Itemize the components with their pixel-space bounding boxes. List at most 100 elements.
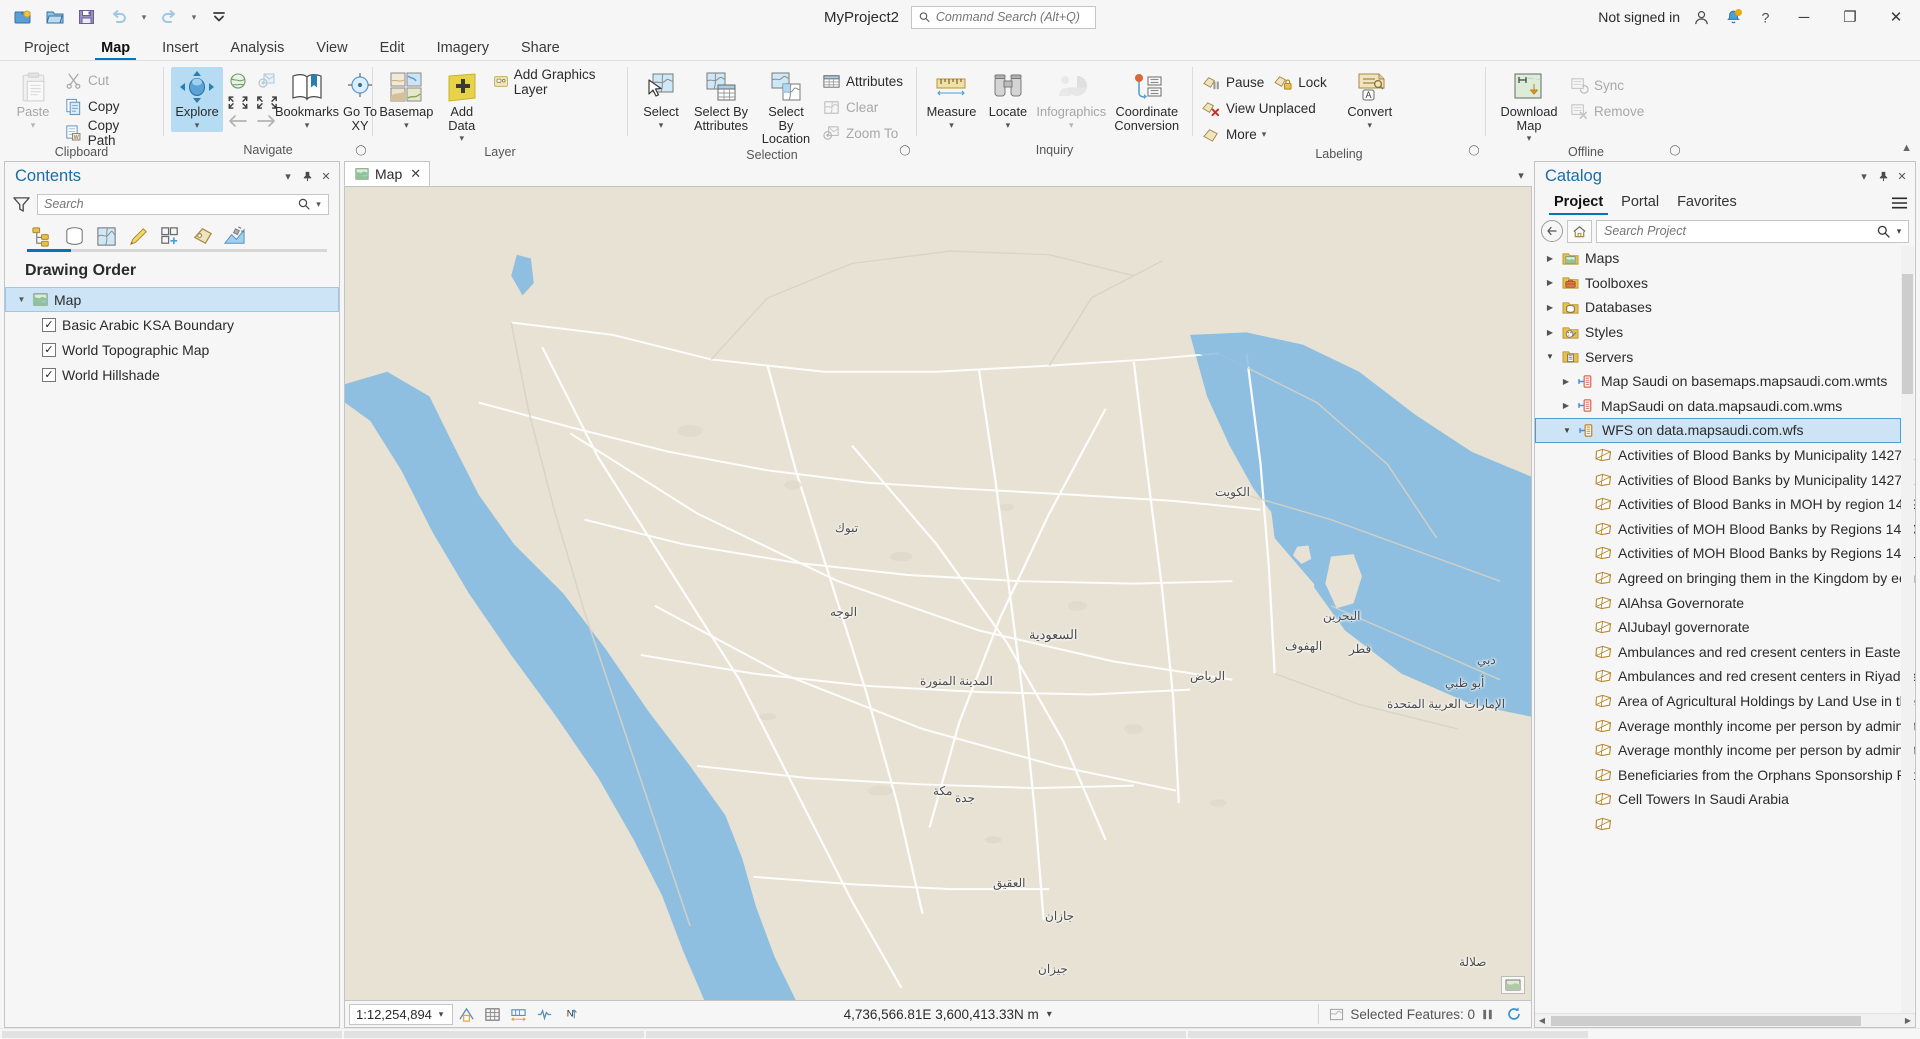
catalog-item-feature[interactable]: Activities of Blood Banks by Municipalit… [1535,443,1915,468]
pause-labeling-button[interactable]: Pause [1200,70,1270,95]
filter-icon[interactable] [13,196,30,213]
maximize-button[interactable]: ❐ [1828,0,1872,34]
zoom-to-selection-button[interactable]: Zoom To [820,121,909,146]
download-map-dropdown-icon[interactable]: ▾ [1527,133,1532,143]
catalog-item-databases[interactable]: ▶ Databases [1535,295,1915,320]
ribbon-tab-analysis[interactable]: Analysis [214,36,300,60]
list-by-diagram-icon[interactable] [219,221,249,251]
fixed-zoom-in-icon[interactable] [254,69,280,93]
copy-button[interactable]: Copy [62,94,156,119]
map-scale-dropdown-icon[interactable]: ▾ [432,1009,450,1020]
list-by-selection-icon[interactable] [91,221,121,251]
menu-icon[interactable] [1889,191,1915,215]
refresh-icon[interactable] [1501,1002,1527,1026]
ribbon-tab-view[interactable]: View [300,36,363,60]
catalog-item-maps[interactable]: ▶ Maps [1535,246,1915,271]
collapse-triangle-icon[interactable]: ▼ [1561,426,1573,435]
cut-button[interactable]: Cut [62,68,156,93]
measure-dropdown-icon[interactable]: ▾ [949,120,954,130]
undo-dropdown-icon[interactable]: ▾ [136,4,152,30]
remove-offline-button[interactable]: Remove [1568,99,1650,124]
notifications-icon[interactable] [1718,3,1748,31]
lock-labeling-button[interactable]: Lock [1272,70,1333,95]
bookmarks-button[interactable]: Bookmarks ▾ [281,67,333,132]
catalog-close-icon[interactable]: ✕ [1893,166,1911,186]
offline-dialog-launcher[interactable]: ◯ [1668,143,1682,157]
navigate-dialog-launcher[interactable]: ◯ [354,143,368,157]
contents-pin-icon[interactable] [298,166,316,186]
catalog-hscroll-track[interactable] [1549,1015,1901,1027]
map-scale-combo[interactable]: 1:12,254,894 ▾ [349,1004,453,1025]
catalog-item-feature[interactable]: Agreed on bringing them in the Kingdom b… [1535,566,1915,591]
map-tab-close-icon[interactable]: ✕ [410,166,421,182]
drawing-status-icon[interactable] [531,1002,557,1026]
attribution-icon[interactable] [1501,976,1525,994]
convert-labels-dropdown-icon[interactable]: ▾ [1368,120,1373,130]
ribbon-tab-edit[interactable]: Edit [364,36,421,60]
select-dropdown-icon[interactable]: ▾ [659,120,664,130]
layer-checkbox[interactable]: ✓ [42,368,56,382]
layer-checkbox[interactable]: ✓ [42,318,56,332]
catalog-scroll-thumb[interactable] [1902,274,1913,394]
infographics-button[interactable]: Infographics ▾ [1037,67,1106,132]
close-button[interactable]: ✕ [1874,0,1918,34]
ribbon-tab-project[interactable]: Project [8,36,85,60]
undo-icon[interactable] [104,4,134,30]
catalog-item-feature[interactable]: Cell Towers In Saudi Arabia [1535,787,1915,812]
expand-triangle-icon[interactable]: ▶ [1544,254,1556,263]
catalog-vertical-scrollbar[interactable] [1901,246,1914,1013]
pause-drawing-icon[interactable] [1475,1002,1501,1026]
grid-icon[interactable] [479,1002,505,1026]
labeling-dialog-launcher[interactable]: ◯ [1467,143,1481,157]
catalog-horizontal-scrollbar[interactable]: ◀ ▶ [1535,1013,1915,1027]
list-by-labeling-icon[interactable] [187,221,217,251]
toc-item-world-topographic-map[interactable]: ✓ World Topographic Map [5,337,339,362]
add-graphics-layer-button[interactable]: Add Graphics Layer [491,69,620,94]
selection-dialog-launcher[interactable]: ◯ [898,143,912,157]
more-labeling-button[interactable]: More ▾ [1200,122,1333,147]
save-project-icon[interactable] [72,4,102,30]
ribbon-tab-imagery[interactable]: Imagery [421,36,505,60]
catalog-item-mapsaudi-wms[interactable]: ▶ MapSaudi on data.mapsaudi.com.wms [1535,394,1915,419]
redo-dropdown-icon[interactable]: ▾ [186,4,202,30]
basemap-dropdown-icon[interactable]: ▾ [404,120,409,130]
list-by-editing-icon[interactable] [123,221,153,251]
catalog-item-feature[interactable]: Activities of MOH Blood Banks by Regions… [1535,541,1915,566]
catalog-item-feature[interactable]: Ambulances and red cresent centers in Ea… [1535,640,1915,665]
expand-triangle-icon[interactable]: ▼ [16,295,27,304]
catalog-search[interactable]: ▾ [1596,220,1909,243]
catalog-item-wfs[interactable]: ▼ WFS on data.mapsaudi.com.wfs [1535,418,1901,443]
expand-triangle-icon[interactable]: ▶ [1560,401,1572,410]
contents-search[interactable]: ▾ [37,194,329,215]
attributes-button[interactable]: Attributes [820,69,909,94]
help-icon[interactable]: ? [1750,3,1780,31]
full-extent-icon[interactable] [225,69,251,93]
select-button[interactable]: Select ▾ [635,67,687,132]
ribbon-tab-share[interactable]: Share [505,36,576,60]
catalog-item-feature[interactable]: Ambulances and red cresent centers in Ri… [1535,664,1915,689]
paste-button[interactable]: Paste ▾ [7,67,59,132]
catalog-item-styles[interactable]: ▶ Styles [1535,320,1915,345]
catalog-item-feature[interactable]: AlAhsa Governorate [1535,590,1915,615]
contents-search-input[interactable] [44,197,296,211]
map-scale-tool-icon[interactable] [505,1002,531,1026]
catalog-item-servers[interactable]: ▼ Servers [1535,344,1915,369]
catalog-item-feature[interactable]: AlJubayl governorate [1535,615,1915,640]
convert-labels-button[interactable]: A Convert ▾ [1340,67,1400,132]
toc-item-world-hillshade[interactable]: ✓ World Hillshade [5,362,339,387]
north-arrow-icon[interactable]: N [557,1002,583,1026]
catalog-tab-portal[interactable]: Portal [1612,191,1668,215]
catalog-menu-icon[interactable]: ▾ [1855,166,1873,186]
expand-triangle-icon[interactable]: ▶ [1544,278,1556,287]
paste-dropdown-icon[interactable]: ▾ [31,120,36,130]
list-by-data-source-icon[interactable] [59,221,89,251]
search-icon[interactable] [296,198,312,210]
list-by-snapping-icon[interactable] [155,221,185,251]
catalog-hscroll-thumb[interactable] [1551,1016,1861,1026]
command-search[interactable] [911,6,1096,29]
contents-close-icon[interactable]: ✕ [317,166,335,186]
customize-qat-icon[interactable] [204,4,234,30]
explore-dropdown-icon[interactable]: ▾ [195,120,200,130]
locate-button[interactable]: Locate ▾ [982,67,1034,132]
contents-tab-scroll[interactable] [27,249,327,252]
